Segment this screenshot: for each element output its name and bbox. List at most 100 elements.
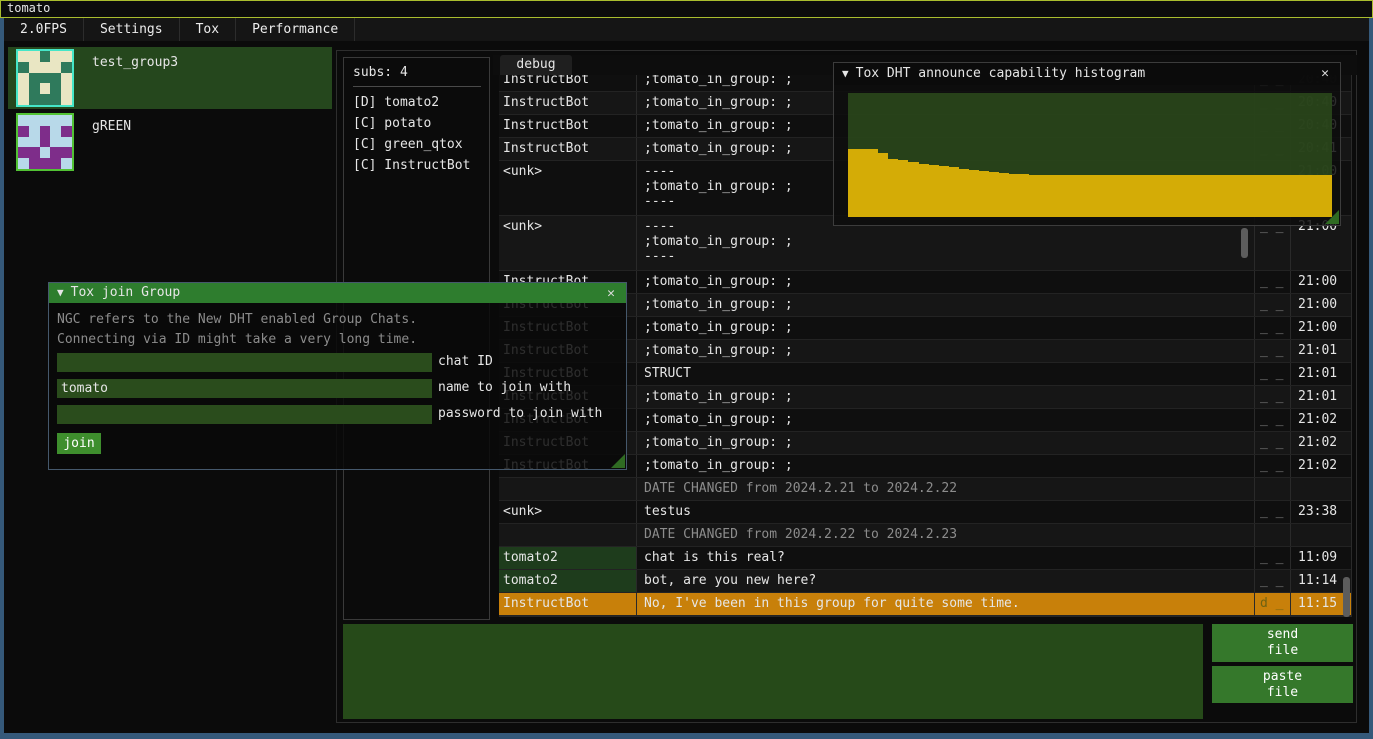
histogram-bar bbox=[1050, 175, 1060, 217]
histogram-bar bbox=[939, 166, 949, 217]
message-flags: d _ bbox=[1254, 593, 1291, 615]
system-row[interactable]: DATE CHANGED from 2024.2.22 to 2024.2.23 bbox=[499, 524, 1351, 547]
histogram-bar bbox=[959, 169, 969, 217]
histogram-bar bbox=[999, 173, 1009, 217]
histogram-bar bbox=[1191, 175, 1201, 217]
message-flags: _ _ bbox=[1254, 547, 1291, 569]
collapse-triangle-icon[interactable]: ▼ bbox=[57, 286, 64, 299]
message-text: No, I've been in this group for quite so… bbox=[637, 593, 1254, 615]
message-flags: _ _ bbox=[1254, 294, 1291, 316]
close-icon[interactable]: ✕ bbox=[602, 285, 620, 303]
join-group-titlebar[interactable]: ▼ Tox join Group bbox=[49, 283, 626, 303]
join-group-dialog: ▼Tox join Group ✕ NGC refers to the New … bbox=[48, 282, 627, 470]
sidebar-group-gREEN[interactable]: gREEN bbox=[8, 111, 332, 173]
message-flags bbox=[1254, 478, 1291, 500]
histogram-bar bbox=[908, 162, 918, 217]
message-sender: InstructBot bbox=[499, 92, 637, 114]
group-avatar bbox=[16, 49, 74, 107]
histogram-bar bbox=[1281, 175, 1291, 217]
join-name-label: name to join with bbox=[438, 380, 571, 395]
system-text: DATE CHANGED from 2024.2.21 to 2024.2.22 bbox=[637, 478, 1254, 500]
subs-member-list: [D] tomato2[C] potato[C] green_qtox[C] I… bbox=[344, 93, 489, 177]
message-scrollbar-thumb[interactable] bbox=[1241, 228, 1248, 258]
message-sender: <unk> bbox=[499, 216, 637, 270]
collapse-triangle-icon[interactable]: ▼ bbox=[842, 67, 849, 80]
paste-file-button[interactable]: paste file bbox=[1212, 666, 1353, 703]
histogram-bar bbox=[1120, 175, 1130, 217]
app-window: 2.0FPS SettingsToxPerformance test_group… bbox=[4, 18, 1369, 733]
message-flags: _ _ bbox=[1254, 432, 1291, 454]
histogram-bar bbox=[1060, 175, 1070, 217]
message-text: STRUCT bbox=[637, 363, 1254, 385]
join-info-line2: Connecting via ID might take a very long… bbox=[57, 332, 417, 347]
close-icon[interactable]: ✕ bbox=[1316, 65, 1334, 83]
message-text: bot, are you new here? bbox=[637, 570, 1254, 592]
histogram-bar bbox=[878, 153, 888, 217]
message-text: ;tomato_in_group: ; bbox=[637, 294, 1254, 316]
menu-bar: 2.0FPS SettingsToxPerformance bbox=[4, 18, 1369, 41]
message-text: ;tomato_in_group: ; bbox=[637, 455, 1254, 477]
group-avatar bbox=[16, 113, 74, 171]
message-time: 21:01 bbox=[1292, 363, 1352, 385]
sidebar-group-test_group3[interactable]: test_group3 bbox=[8, 47, 332, 109]
composer-input[interactable] bbox=[343, 624, 1203, 719]
resize-grip[interactable] bbox=[1325, 210, 1339, 224]
message-time: 11:09 bbox=[1292, 547, 1352, 569]
menu-item-tox[interactable]: Tox bbox=[180, 18, 236, 41]
histogram-bar bbox=[1140, 175, 1150, 217]
histogram-bar bbox=[1201, 175, 1211, 217]
join-password-label: password to join with bbox=[438, 406, 602, 421]
tab-debug[interactable]: debug bbox=[500, 55, 572, 75]
window-title: tomato bbox=[7, 1, 50, 15]
resize-grip[interactable] bbox=[611, 454, 625, 468]
message-time: 21:00 bbox=[1292, 271, 1352, 293]
subs-member: [D] tomato2 bbox=[344, 93, 489, 114]
subs-separator bbox=[353, 86, 481, 87]
message-time: 21:02 bbox=[1292, 409, 1352, 431]
send-file-button[interactable]: send file bbox=[1212, 624, 1353, 662]
histogram-bar bbox=[1251, 175, 1261, 217]
subs-member: [C] potato bbox=[344, 114, 489, 135]
histogram-bar bbox=[888, 159, 898, 217]
message-time bbox=[1292, 478, 1352, 500]
menu-item-performance[interactable]: Performance bbox=[236, 18, 355, 41]
group-name: test_group3 bbox=[92, 55, 178, 70]
histogram-bar bbox=[898, 160, 908, 217]
message-row[interactable]: tomato2chat is this real?_ _11:09 bbox=[499, 547, 1351, 570]
message-sender: tomato2 bbox=[499, 570, 637, 592]
histogram-bar bbox=[1130, 175, 1140, 217]
message-text: ;tomato_in_group: ; bbox=[637, 340, 1254, 362]
histogram-bar bbox=[858, 149, 868, 217]
message-flags bbox=[1254, 524, 1291, 546]
join-name-input[interactable] bbox=[57, 379, 432, 398]
chat-id-input[interactable] bbox=[57, 353, 432, 372]
message-text: ;tomato_in_group: ; bbox=[637, 409, 1254, 431]
histogram-bar bbox=[1110, 175, 1120, 217]
message-flags: _ _ bbox=[1254, 501, 1291, 523]
subs-member: [C] green_qtox bbox=[344, 135, 489, 156]
window-titlebar: tomato bbox=[0, 0, 1373, 18]
message-sender: <unk> bbox=[499, 501, 637, 523]
histogram-bar bbox=[1261, 175, 1271, 217]
dht-histogram-titlebar[interactable]: ▼Tox DHT announce capability histogram bbox=[834, 63, 1340, 85]
system-text: DATE CHANGED from 2024.2.22 to 2024.2.23 bbox=[637, 524, 1254, 546]
histogram-bar bbox=[969, 170, 979, 217]
histogram-bar bbox=[949, 167, 959, 217]
histogram-bar bbox=[1070, 175, 1080, 217]
message-row[interactable]: tomato2bot, are you new here?_ _11:14 bbox=[499, 570, 1351, 593]
join-password-input[interactable] bbox=[57, 405, 432, 424]
menu-item-settings[interactable]: Settings bbox=[84, 18, 180, 41]
histogram-bar bbox=[848, 149, 858, 217]
message-time bbox=[1292, 524, 1352, 546]
join-group-title: Tox join Group bbox=[71, 285, 181, 300]
message-row[interactable]: InstructBotNo, I've been in this group f… bbox=[499, 593, 1351, 616]
histogram-bar bbox=[1009, 174, 1019, 217]
histogram-bar bbox=[979, 171, 989, 217]
chat-scrollbar-thumb[interactable] bbox=[1343, 577, 1350, 617]
histogram-bar bbox=[1302, 175, 1312, 217]
message-row[interactable]: <unk>testus_ _23:38 bbox=[499, 501, 1351, 524]
system-row[interactable]: DATE CHANGED from 2024.2.21 to 2024.2.22 bbox=[499, 478, 1351, 501]
message-flags: _ _ bbox=[1254, 409, 1291, 431]
join-button[interactable]: join bbox=[57, 433, 101, 454]
histogram-bar bbox=[1100, 175, 1110, 217]
